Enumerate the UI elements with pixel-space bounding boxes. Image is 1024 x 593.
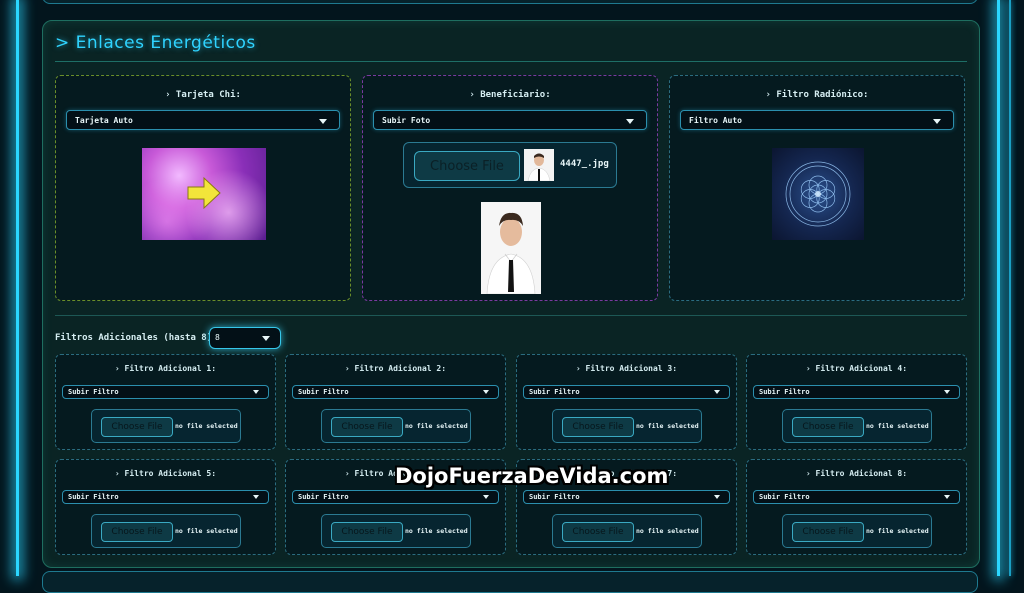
additional-filter-title: › Filtro Adicional 4: [805, 364, 908, 373]
chevron-down-icon [483, 390, 489, 394]
additional-filter-file-input: Choose File no file selected [552, 514, 702, 548]
beneficiary-select[interactable]: Subir Foto [373, 110, 647, 130]
site-watermark: DojoFuerzaDeVida.com [395, 464, 669, 488]
chevron-down-icon [253, 390, 259, 394]
section-divider [55, 315, 967, 316]
additional-filter-file-input: Choose File no file selected [91, 514, 241, 548]
additional-filter-select[interactable]: Subir Filtro [292, 490, 499, 504]
additional-filter-file-input: Choose File no file selected [91, 409, 241, 443]
choose-file-button[interactable]: Choose File [562, 417, 634, 437]
radionic-filter-image [772, 148, 864, 240]
choose-file-button[interactable]: Choose File [792, 417, 864, 437]
select-value: Subir Filtro [298, 493, 349, 501]
select-value: Subir Filtro [68, 388, 119, 396]
chevron-down-icon [253, 495, 259, 499]
beneficiary-panel: › Beneficiario: Subir Foto Choose File 4… [362, 75, 658, 301]
beneficiary-title: › Beneficiario: [469, 90, 551, 100]
additional-filter-file-input: Choose File no file selected [782, 514, 932, 548]
radionic-filter-panel: › Filtro Radiónico: Filtro Auto [669, 75, 965, 301]
next-panel-edge [42, 571, 978, 593]
file-status: no file selected [636, 527, 699, 535]
radionic-filter-title: › Filtro Radiónico: [765, 90, 869, 100]
radionic-filter-select[interactable]: Filtro Auto [680, 110, 954, 130]
beneficiary-thumbnail [524, 149, 554, 181]
chevron-down-icon [626, 119, 634, 124]
beneficiary-choose-file-button[interactable]: Choose File [414, 151, 520, 181]
file-status: no file selected [636, 422, 699, 430]
choose-file-button[interactable]: Choose File [101, 522, 173, 542]
additional-filter-card: › Filtro Adicional 5: Subir Filtro Choos… [55, 459, 276, 555]
arrow-right-icon [187, 176, 221, 210]
chevron-down-icon [483, 495, 489, 499]
file-status: no file selected [866, 422, 929, 430]
chi-card-select-value: Tarjeta Auto [75, 116, 133, 125]
additional-filter-select[interactable]: Subir Filtro [523, 385, 730, 399]
select-value: Subir Filtro [298, 388, 349, 396]
additional-filter-file-input: Choose File no file selected [782, 409, 932, 443]
select-value: Subir Filtro [759, 388, 810, 396]
select-value: Subir Filtro [759, 493, 810, 501]
title-divider [55, 61, 967, 62]
beneficiary-photo [481, 202, 541, 294]
chi-card-title: › Tarjeta Chi: [165, 90, 241, 100]
additional-filter-card: › Filtro Adicional 2: Subir Filtro Choos… [285, 354, 506, 450]
choose-file-button[interactable]: Choose File [792, 522, 864, 542]
additional-filter-title: › Filtro Adicional 8: [805, 469, 908, 478]
additional-filter-file-input: Choose File no file selected [321, 514, 471, 548]
right-glow-border [997, 0, 1011, 576]
chevron-down-icon [714, 390, 720, 394]
additional-filter-file-input: Choose File no file selected [552, 409, 702, 443]
beneficiary-file-name: 4447_.jpg [560, 159, 609, 169]
file-status: no file selected [866, 527, 929, 535]
previous-panel-edge [42, 0, 978, 4]
chi-card-select[interactable]: Tarjeta Auto [66, 110, 340, 130]
additional-filter-select[interactable]: Subir Filtro [62, 385, 269, 399]
additional-filters-label: Filtros Adicionales (hasta 8): [55, 333, 218, 343]
beneficiary-file-input: Choose File 4447_.jpg [403, 142, 617, 188]
chevron-down-icon [944, 390, 950, 394]
chi-card-panel: › Tarjeta Chi: Tarjeta Auto [55, 75, 351, 301]
choose-file-button[interactable]: Choose File [331, 417, 403, 437]
radionic-filter-select-value: Filtro Auto [689, 116, 742, 125]
additional-filter-file-input: Choose File no file selected [321, 409, 471, 443]
chevron-down-icon [933, 119, 941, 124]
flower-of-life-icon [785, 161, 851, 227]
file-status: no file selected [175, 422, 238, 430]
additional-filter-title: › Filtro Adicional 5: [114, 469, 217, 478]
section-title: > Enlaces Energéticos [55, 33, 256, 53]
file-status: no file selected [405, 527, 468, 535]
chevron-down-icon [319, 119, 327, 124]
additional-filter-card: › Filtro Adicional 8: Subir Filtro Choos… [746, 459, 967, 555]
additional-filter-select[interactable]: Subir Filtro [753, 490, 960, 504]
chi-card-image [142, 148, 266, 240]
beneficiary-select-value: Subir Foto [382, 116, 431, 125]
additional-filter-card: › Filtro Adicional 3: Subir Filtro Choos… [516, 354, 737, 450]
file-status: no file selected [405, 422, 468, 430]
additional-filter-title: › Filtro Adicional 2: [344, 364, 447, 373]
additional-filter-select[interactable]: Subir Filtro [62, 490, 269, 504]
select-value: Subir Filtro [529, 493, 580, 501]
choose-file-button[interactable]: Choose File [101, 417, 173, 437]
additional-filter-title: › Filtro Adicional 3: [575, 364, 678, 373]
additional-filter-title: › Filtro Adicional 1: [114, 364, 217, 373]
chevron-down-icon [714, 495, 720, 499]
additional-filter-select[interactable]: Subir Filtro [523, 490, 730, 504]
left-glow-border [16, 0, 19, 576]
choose-file-button[interactable]: Choose File [331, 522, 403, 542]
additional-filter-card: › Filtro Adicional 1: Subir Filtro Choos… [55, 354, 276, 450]
additional-filters-count-select[interactable]: 8 [209, 327, 281, 349]
additional-filter-select[interactable]: Subir Filtro [292, 385, 499, 399]
additional-filter-card: › Filtro Adicional 4: Subir Filtro Choos… [746, 354, 967, 450]
chevron-down-icon [262, 336, 270, 341]
select-value: Subir Filtro [529, 388, 580, 396]
chevron-down-icon [944, 495, 950, 499]
additional-filter-select[interactable]: Subir Filtro [753, 385, 960, 399]
file-status: no file selected [175, 527, 238, 535]
additional-filters-count-value: 8 [215, 333, 220, 342]
choose-file-button[interactable]: Choose File [562, 522, 634, 542]
select-value: Subir Filtro [68, 493, 119, 501]
